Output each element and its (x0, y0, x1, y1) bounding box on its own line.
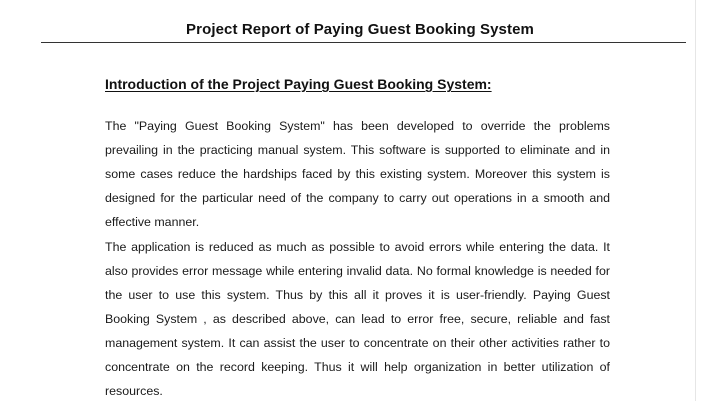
header-rule (41, 42, 686, 43)
intro-paragraph-2: The application is reduced as much as po… (105, 240, 610, 398)
page-title: Project Report of Paying Guest Booking S… (186, 21, 534, 38)
page-edge-divider (695, 0, 696, 401)
intro-paragraph-1: The "Paying Guest Booking System" has be… (105, 119, 610, 229)
document-page: Project Report of Paying Guest Booking S… (0, 0, 702, 401)
section-heading: Introduction of the Project Paying Guest… (105, 76, 492, 92)
